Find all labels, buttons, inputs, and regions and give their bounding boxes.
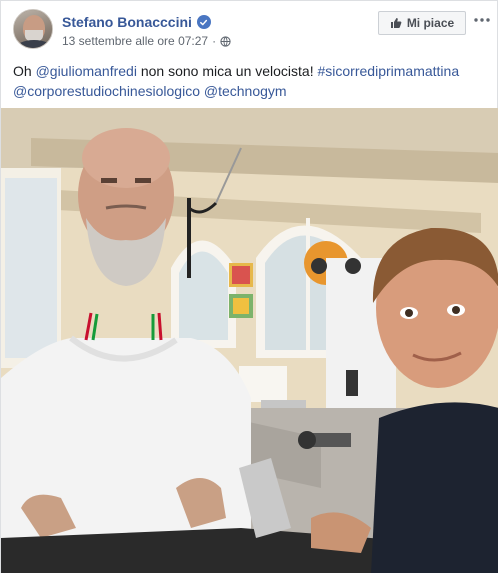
text-middle: non sono mica un velocista! — [136, 63, 318, 79]
post-text-line-2: @corporestudiochinesiologico @technogym — [13, 81, 491, 101]
text-prefix: Oh — [13, 63, 36, 79]
mention-giuliomanfredi[interactable]: @giuliomanfredi — [36, 63, 137, 79]
globe-icon[interactable] — [220, 35, 231, 47]
hashtag-sicorrediprimamattina[interactable]: #sicorrediprimamattina — [318, 63, 460, 79]
thumbs-up-icon — [390, 17, 402, 29]
like-page-button[interactable]: Mi piace — [378, 11, 466, 35]
post-photo[interactable] — [1, 108, 498, 573]
facebook-post: Stefano Bonacccini 13 settembre alle ore… — [0, 0, 498, 573]
post-text: Oh @giuliomanfredi non sono mica un velo… — [13, 61, 491, 101]
author-row: Stefano Bonacccini — [62, 13, 211, 31]
mention-corporestudiochinesiologico[interactable]: @corporestudiochinesiologico — [13, 83, 200, 99]
post-text-line-1: Oh @giuliomanfredi non sono mica un velo… — [13, 61, 491, 81]
post-header: Stefano Bonacccini 13 settembre alle ore… — [1, 1, 498, 57]
post-timestamp[interactable]: 13 settembre alle ore 07:27 — [62, 34, 208, 48]
author-name[interactable]: Stefano Bonacccini — [62, 14, 192, 30]
mention-technogym[interactable]: @technogym — [204, 83, 287, 99]
verified-badge-icon — [196, 15, 211, 29]
more-options-icon[interactable] — [471, 11, 493, 29]
author-avatar[interactable] — [13, 9, 53, 49]
post-meta: 13 settembre alle ore 07:27 · — [62, 33, 231, 49]
like-button-label: Mi piace — [406, 16, 455, 30]
meta-separator: · — [212, 34, 217, 48]
gym-selfie-image — [1, 108, 498, 573]
